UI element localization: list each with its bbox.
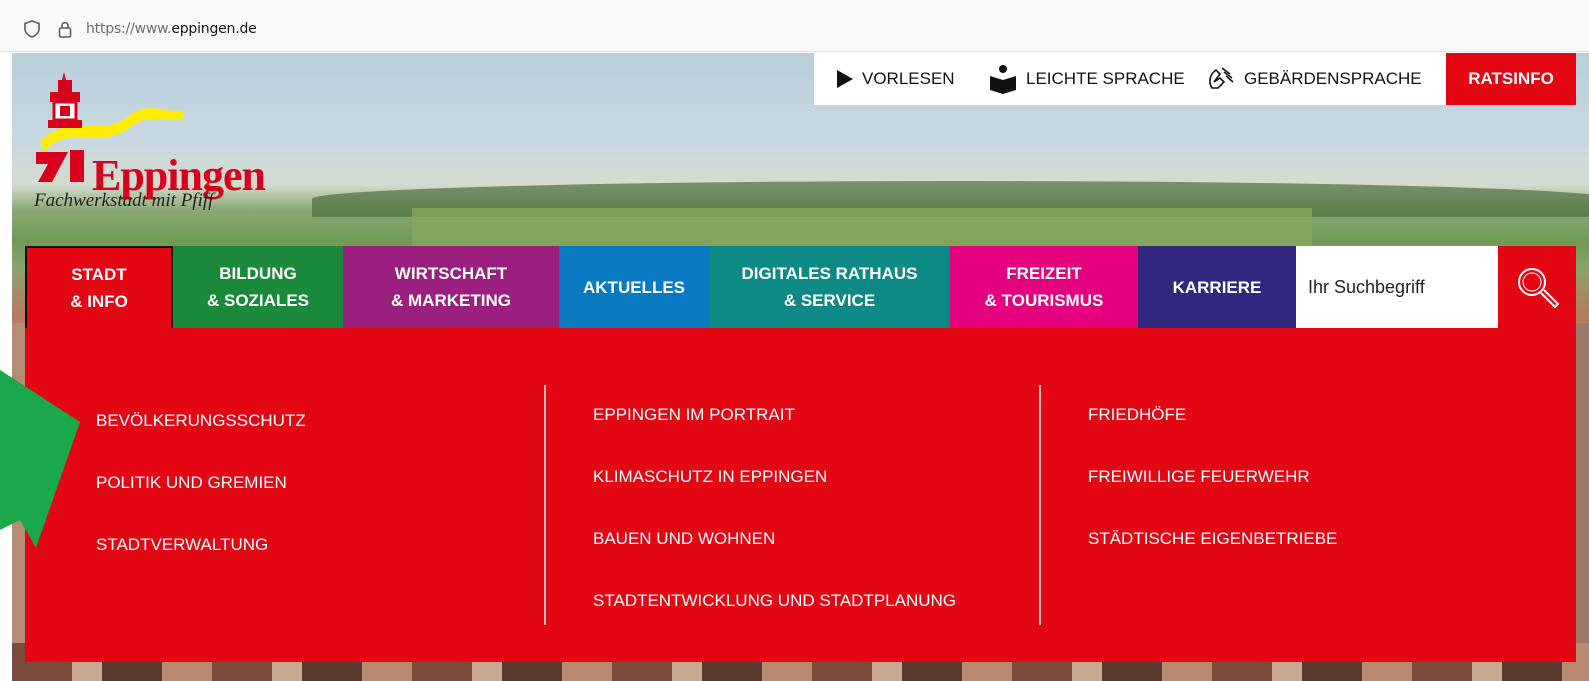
nav-aktuelles[interactable]: AKTUELLES: [559, 246, 709, 328]
utility-bar: VORLESEN LEICHTE SPRACHE GEBÄRDENSPRACHE: [814, 53, 1446, 105]
link-stadtentwicklung[interactable]: STADTENTWICKLUNG UND STADTPLANUNG: [593, 591, 956, 611]
ratsinfo-button[interactable]: RATSINFO: [1446, 53, 1576, 105]
nav-digitales-rathaus[interactable]: DIGITALES RATHAUS & SERVICE: [709, 246, 950, 328]
site-logo[interactable]: Eppingen Fachwerkstadt mit Pfiff: [30, 70, 270, 220]
url-text[interactable]: https://www.eppingen.de: [86, 21, 257, 37]
nav-stadt-info[interactable]: STADT & INFO: [25, 246, 173, 328]
link-klimaschutz[interactable]: KLIMASCHUTZ IN EPPINGEN: [593, 467, 827, 487]
reading-person-icon: [990, 65, 1016, 94]
sign-language-label: GEBÄRDENSPRACHE: [1244, 69, 1422, 88]
nav-bildung-soziales[interactable]: BILDUNG & SOZIALES: [173, 246, 343, 328]
link-bauen-wohnen[interactable]: BAUEN UND WOHNEN: [593, 529, 775, 549]
link-eppingen-portrait[interactable]: EPPINGEN IM PORTRAIT: [593, 405, 795, 425]
column-divider: [544, 385, 546, 625]
sign-language-button[interactable]: GEBÄRDENSPRACHE: [1206, 53, 1444, 105]
read-aloud-button[interactable]: VORLESEN: [814, 53, 988, 105]
link-eigenbetriebe[interactable]: STÄDTISCHE EIGENBETRIEBE: [1088, 529, 1337, 549]
lock-icon[interactable]: [58, 20, 72, 43]
green-arrow-annotation: [0, 370, 80, 548]
nav-wirtschaft-marketing[interactable]: WIRTSCHAFT & MARKETING: [343, 246, 559, 328]
search-button[interactable]: [1498, 246, 1576, 328]
stadt-info-dropdown: BEVÖLKERUNGSSCHUTZ POLITIK UND GREMIEN S…: [25, 328, 1576, 662]
sign-language-hands-icon: [1209, 67, 1234, 89]
landscape-field: [412, 208, 1312, 248]
link-politik-gremien[interactable]: POLITIK UND GREMIEN: [96, 473, 287, 493]
search-input[interactable]: [1308, 276, 1493, 298]
link-feuerwehr[interactable]: FREIWILLIGE FEUERWEHR: [1088, 467, 1310, 487]
link-bevoelkerungsschutz[interactable]: BEVÖLKERUNGSSCHUTZ: [96, 411, 306, 431]
read-aloud-label: VORLESEN: [862, 69, 955, 88]
link-friedhoefe[interactable]: FRIEDHÖFE: [1088, 405, 1186, 425]
nav-karriere[interactable]: KARRIERE: [1138, 246, 1296, 328]
logo-tagline: Fachwerkstadt mit Pfiff: [34, 190, 214, 211]
browser-url-bar[interactable]: https://www.eppingen.de: [0, 0, 1589, 52]
nav-freizeit-tourismus[interactable]: FREIZEIT & TOURISMUS: [950, 246, 1138, 328]
link-stadtverwaltung[interactable]: STADTVERWALTUNG: [96, 535, 268, 555]
url-prefix: https://www.: [86, 21, 172, 37]
search-icon: [1518, 268, 1560, 309]
easy-language-button[interactable]: LEICHTE SPRACHE: [988, 53, 1206, 105]
url-domain: eppingen.de: [171, 21, 257, 37]
main-navigation: STADT & INFO BILDUNG & SOZIALES WIRTSCHA…: [25, 246, 1296, 328]
shield-icon[interactable]: [24, 20, 40, 43]
play-icon: [837, 70, 853, 88]
easy-language-label: LEICHTE SPRACHE: [1026, 69, 1185, 88]
search-box: [1296, 246, 1498, 328]
column-divider: [1039, 385, 1041, 625]
